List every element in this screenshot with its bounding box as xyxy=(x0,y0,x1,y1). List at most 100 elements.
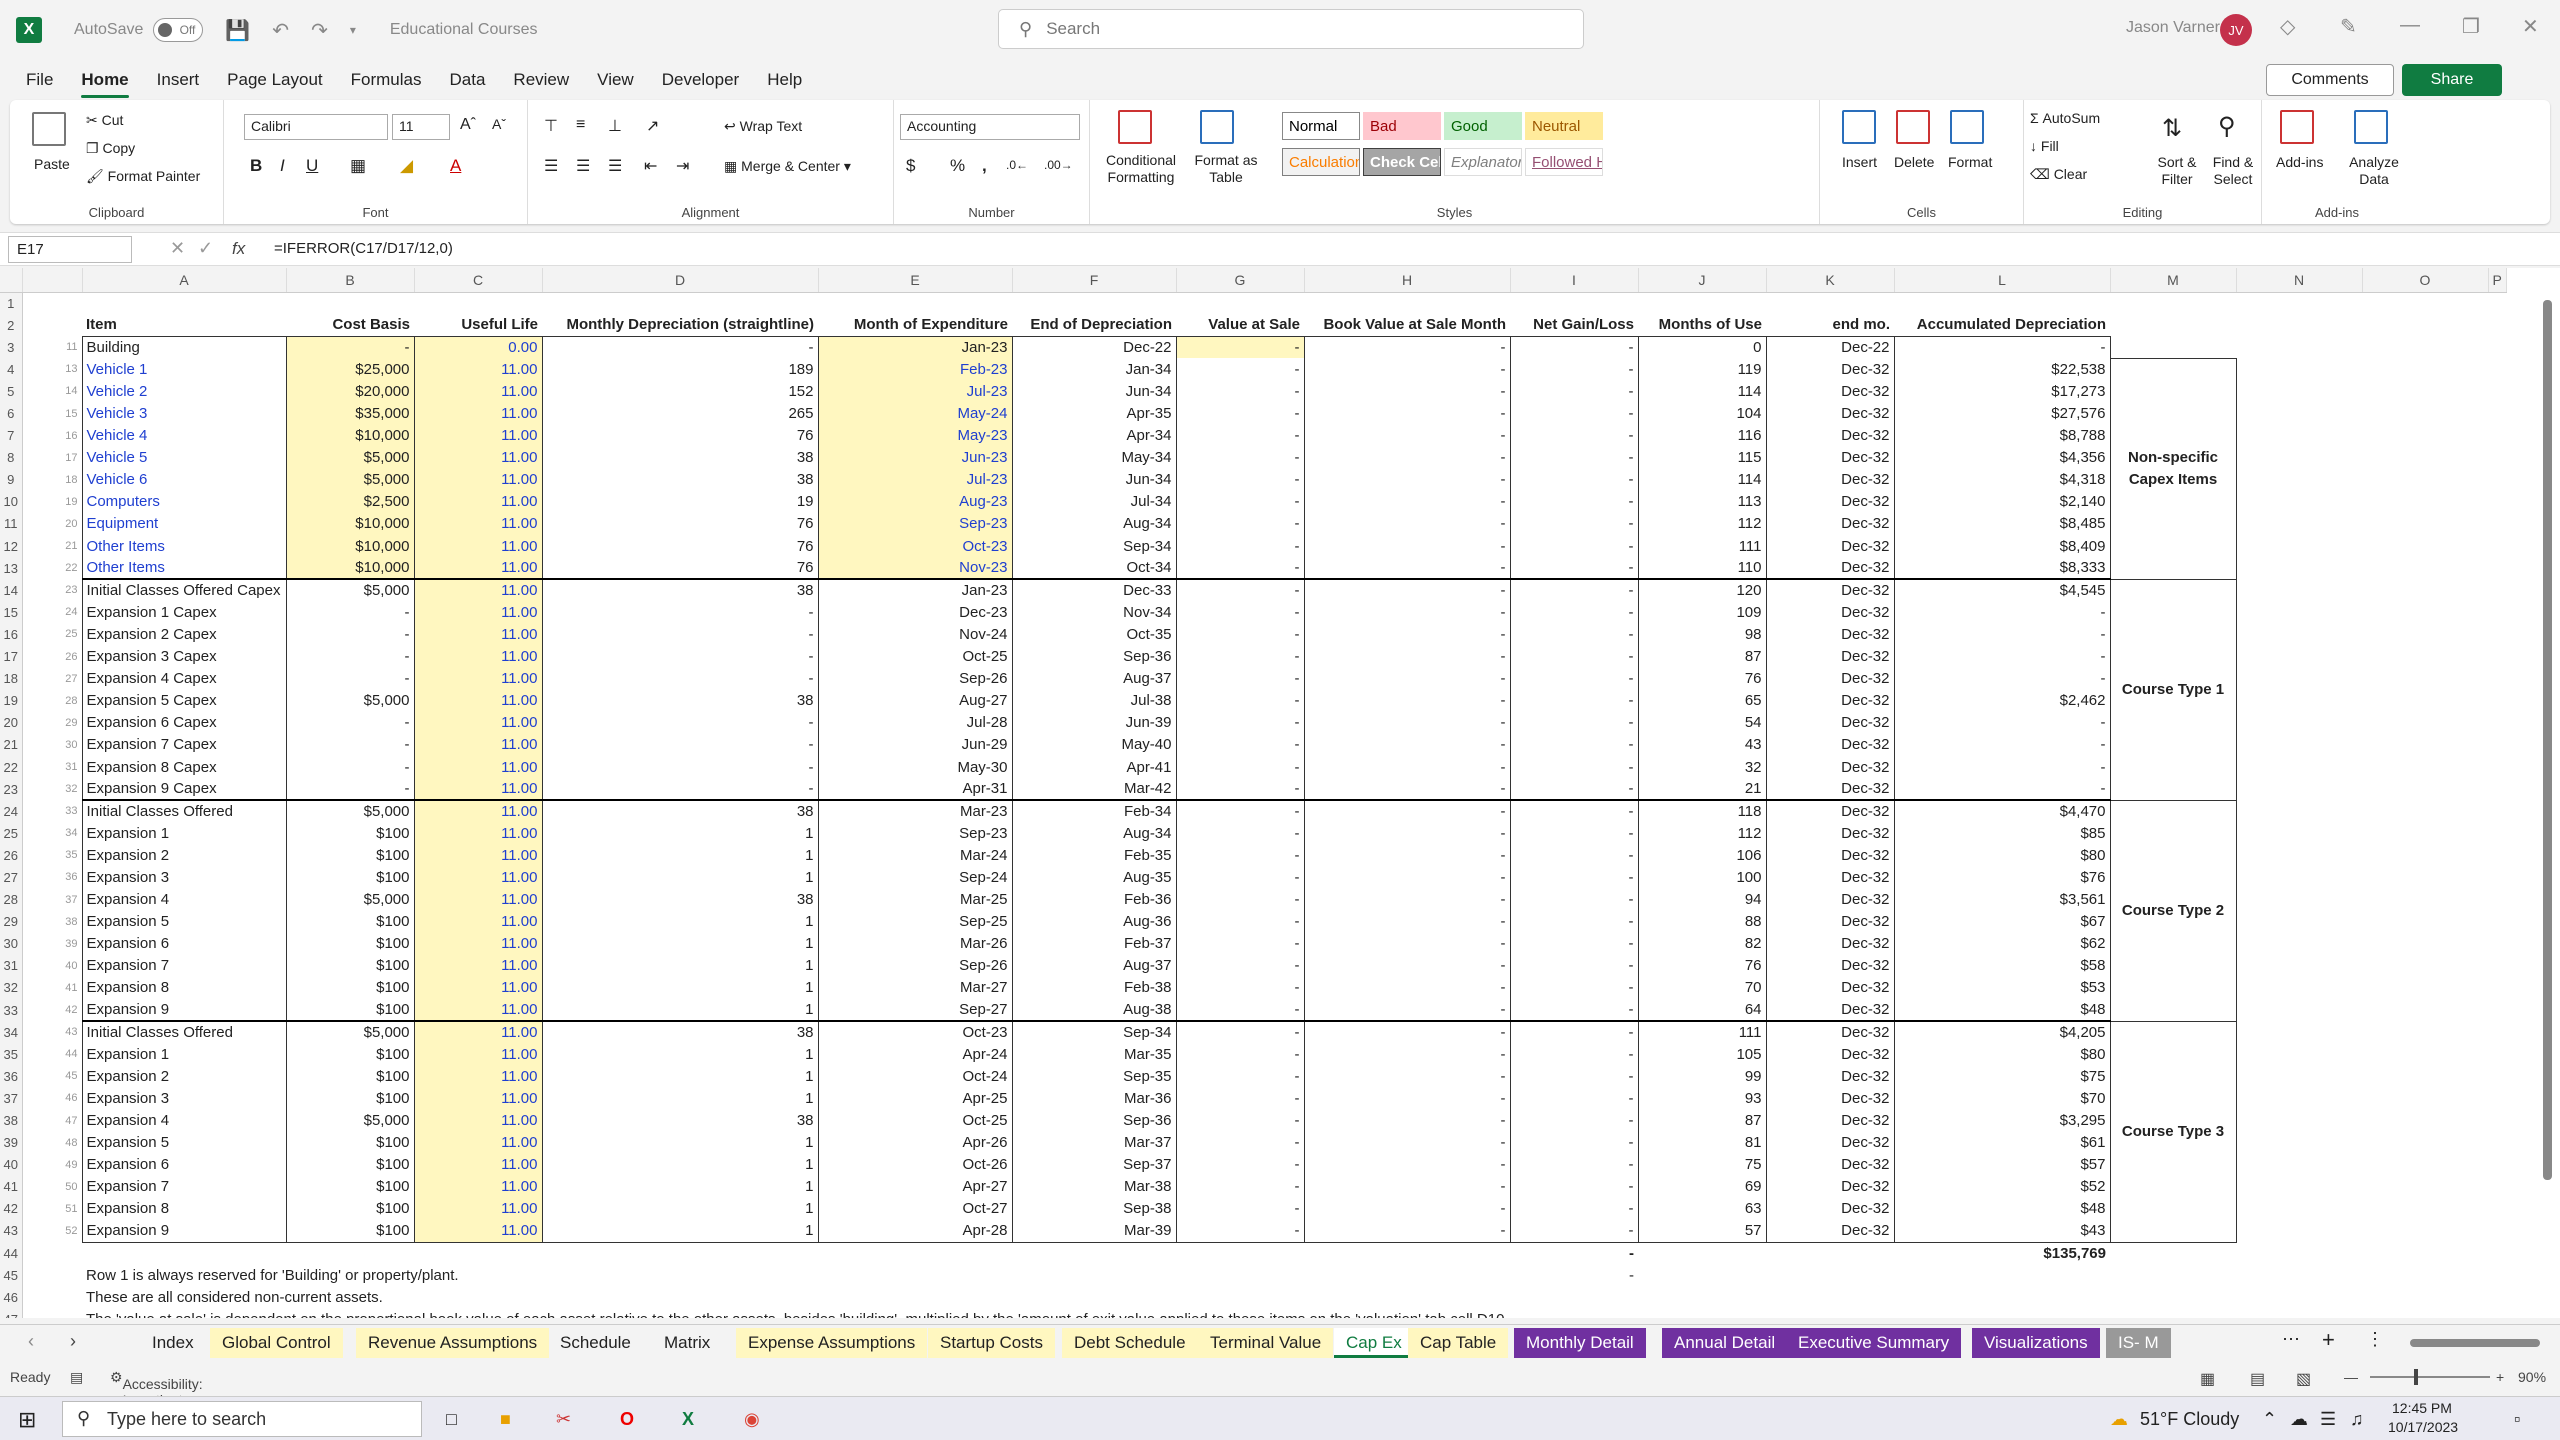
tray-expand-icon[interactable]: ⌃ xyxy=(2262,1409,2277,1430)
cell-endmo[interactable]: Dec-32 xyxy=(1766,689,1895,712)
cell-mdep[interactable]: - xyxy=(542,623,819,646)
tab-review[interactable]: Review xyxy=(499,62,583,98)
cell[interactable] xyxy=(2236,1065,2362,1087)
cell-mdep[interactable]: 1 xyxy=(542,932,819,955)
cell-cost[interactable]: $10,000 xyxy=(286,424,415,447)
cell-mexp[interactable]: Sep-23 xyxy=(818,822,1013,845)
note-text[interactable]: The 'value at sale' is dependent on the … xyxy=(82,1308,2488,1318)
cell-life[interactable]: 11.00 xyxy=(414,557,543,580)
row-header[interactable]: 5 xyxy=(0,380,23,403)
cell-val[interactable]: - xyxy=(1176,866,1305,889)
cell-life[interactable]: 11.00 xyxy=(414,424,543,447)
cell-val[interactable]: - xyxy=(1176,623,1305,646)
cell-mdep[interactable]: 1 xyxy=(542,910,819,933)
format-as-table-icon[interactable] xyxy=(1200,110,1234,144)
cell-mdep[interactable]: 38 xyxy=(542,689,819,712)
opera-icon[interactable]: O xyxy=(620,1409,634,1430)
cell[interactable] xyxy=(1304,292,1510,314)
cell-endd[interactable]: May-34 xyxy=(1012,446,1177,469)
cell-cost[interactable]: $5,000 xyxy=(286,468,415,491)
cell-acc[interactable]: $67 xyxy=(1894,910,2111,933)
cell-mexp[interactable]: Jul-23 xyxy=(818,380,1013,403)
cell[interactable] xyxy=(2362,402,2488,424)
cell-endd[interactable]: Feb-37 xyxy=(1012,932,1177,955)
cell-net[interactable]: - xyxy=(1510,1131,1639,1154)
cell-val[interactable]: - xyxy=(1176,578,1305,602)
cell-val[interactable]: - xyxy=(1176,1109,1305,1132)
cell[interactable] xyxy=(82,292,286,314)
cell-mdep[interactable]: 152 xyxy=(542,380,819,403)
row-index-cell[interactable]: 18 xyxy=(22,469,82,491)
autosave-toggle[interactable]: Off xyxy=(153,18,204,42)
row-index-cell[interactable]: 34 xyxy=(22,822,82,844)
cell-mou[interactable]: 82 xyxy=(1638,932,1767,955)
cell-cost[interactable]: - xyxy=(286,778,415,801)
column-header-e[interactable]: E xyxy=(818,268,1013,293)
cell-acc[interactable]: $75 xyxy=(1894,1065,2111,1088)
row-index-cell[interactable]: 31 xyxy=(22,756,82,778)
vertical-scrollbar-thumb[interactable] xyxy=(2543,300,2552,1180)
cell-val[interactable]: - xyxy=(1176,689,1305,712)
cell[interactable] xyxy=(2362,977,2488,999)
cell[interactable] xyxy=(2110,292,2236,314)
cell-val[interactable]: - xyxy=(1176,601,1305,624)
cell-life[interactable]: 11.00 xyxy=(414,866,543,889)
cell-endmo[interactable]: Dec-32 xyxy=(1766,1175,1895,1198)
normal-view-icon[interactable]: ▦ xyxy=(2200,1369,2215,1389)
cell[interactable] xyxy=(2362,336,2488,358)
cell-val[interactable]: - xyxy=(1176,1087,1305,1110)
row-header[interactable]: 8 xyxy=(0,446,23,469)
cell-endmo[interactable]: Dec-32 xyxy=(1766,380,1895,403)
cell-net[interactable]: - xyxy=(1510,1043,1639,1066)
cell-cost[interactable]: $100 xyxy=(286,1175,415,1198)
cell-net[interactable]: - xyxy=(1510,999,1639,1022)
cell-val[interactable]: - xyxy=(1176,888,1305,911)
column-header-k[interactable]: K xyxy=(1766,268,1895,293)
cell[interactable] xyxy=(2362,557,2488,579)
cell-endd[interactable]: Apr-35 xyxy=(1012,402,1177,425)
cell-mou[interactable]: 119 xyxy=(1638,358,1767,381)
cell-net[interactable]: - xyxy=(1510,822,1639,845)
cell[interactable] xyxy=(2362,601,2488,623)
cell-book[interactable]: - xyxy=(1304,490,1511,513)
cell[interactable] xyxy=(2362,1264,2488,1286)
cell-acc[interactable]: $22,538 xyxy=(1894,358,2111,381)
cell-life[interactable]: 11.00 xyxy=(414,689,543,712)
sheet-tab-expense-assumptions[interactable]: Expense Assumptions xyxy=(736,1328,928,1358)
row-index-cell[interactable]: 23 xyxy=(22,579,82,601)
cell-life[interactable]: 11.00 xyxy=(414,1153,543,1176)
cell-mdep[interactable]: 1 xyxy=(542,1153,819,1176)
cell-endd[interactable]: Dec-22 xyxy=(1012,335,1177,359)
cell-endd[interactable]: Feb-34 xyxy=(1012,799,1177,823)
sheet-tab-revenue-assumptions[interactable]: Revenue Assumptions xyxy=(356,1328,550,1358)
column-header-a[interactable]: A xyxy=(82,268,287,293)
copy-button[interactable]: ❐ Copy xyxy=(86,140,135,157)
cell-mexp[interactable]: Sep-26 xyxy=(818,667,1013,690)
excel-taskbar-icon[interactable]: X xyxy=(682,1409,694,1430)
row-header[interactable]: 24 xyxy=(0,800,23,823)
shrink-font-icon[interactable]: Aˇ xyxy=(492,116,506,132)
cell-val[interactable]: - xyxy=(1176,490,1305,513)
cell-mou[interactable]: 98 xyxy=(1638,623,1767,646)
cell-mexp[interactable]: Jun-29 xyxy=(818,733,1013,756)
cell-val[interactable]: - xyxy=(1176,932,1305,955)
row-index-cell[interactable]: 36 xyxy=(22,866,82,888)
cell[interactable] xyxy=(2236,1043,2362,1065)
cell[interactable] xyxy=(22,292,82,314)
cell-endd[interactable]: Mar-35 xyxy=(1012,1043,1177,1066)
cell[interactable] xyxy=(2362,1132,2488,1154)
cell-book[interactable]: - xyxy=(1304,1087,1511,1110)
cell-mexp[interactable]: Oct-26 xyxy=(818,1153,1013,1176)
cell-endd[interactable]: Jun-39 xyxy=(1012,711,1177,734)
cell[interactable] xyxy=(2362,491,2488,513)
column-header-o[interactable]: O xyxy=(2362,268,2489,293)
cell-mou[interactable]: 70 xyxy=(1638,976,1767,999)
cell-acc[interactable]: - xyxy=(1894,645,2111,668)
cell-cost[interactable]: $2,500 xyxy=(286,490,415,513)
cell[interactable] xyxy=(2236,1220,2362,1242)
cell[interactable] xyxy=(2362,380,2488,402)
cell-net[interactable]: - xyxy=(1510,954,1639,977)
cell-item[interactable]: Expansion 5 xyxy=(81,910,287,933)
cell-life[interactable]: 11.00 xyxy=(414,1020,543,1044)
row-header[interactable]: 42 xyxy=(0,1197,23,1220)
